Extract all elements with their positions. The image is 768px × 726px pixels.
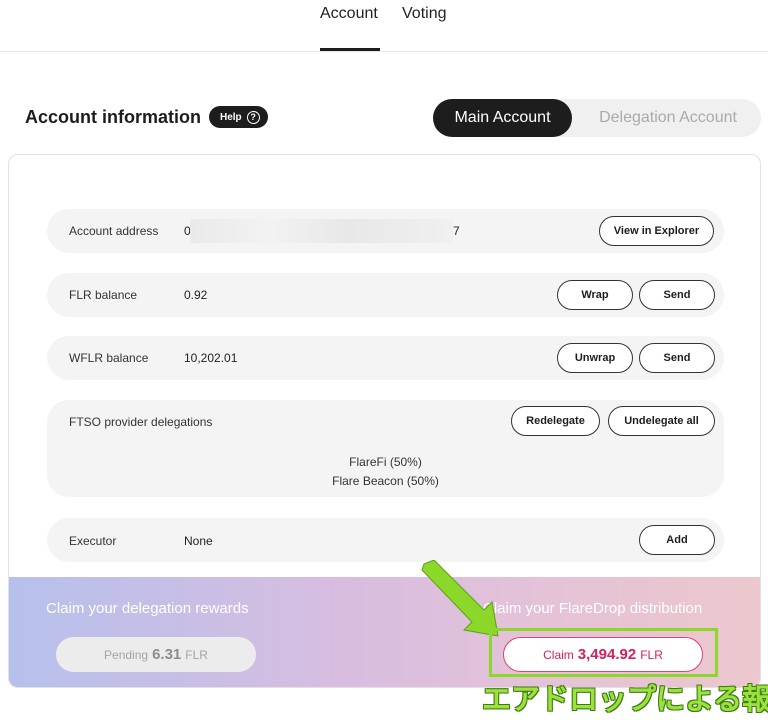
pending-rewards-button: Pending 6.31 FLR bbox=[56, 637, 256, 672]
wflr-balance-label: WFLR balance bbox=[69, 351, 149, 365]
active-tab-indicator bbox=[320, 48, 380, 51]
delegation-item: Flare Beacon (50%) bbox=[332, 474, 439, 488]
executor-row: Executor None Add bbox=[47, 518, 724, 562]
delegation-account-tab[interactable]: Delegation Account bbox=[583, 99, 753, 137]
redelegate-button[interactable]: Redelegate bbox=[511, 406, 600, 436]
account-toggle: Main Account Delegation Account bbox=[433, 99, 761, 137]
executor-label: Executor bbox=[69, 534, 117, 548]
view-in-explorer-button[interactable]: View in Explorer bbox=[599, 216, 714, 246]
wflr-balance-row: WFLR balance 10,202.01 Unwrap Send bbox=[47, 336, 724, 380]
pending-unit: FLR bbox=[185, 647, 208, 662]
pending-prefix: Pending bbox=[104, 647, 149, 662]
send-flr-button[interactable]: Send bbox=[639, 280, 715, 310]
pending-amount: 6.31 bbox=[152, 646, 182, 663]
wflr-balance-value: 10,202.01 bbox=[184, 351, 238, 365]
unwrap-button[interactable]: Unwrap bbox=[557, 343, 633, 373]
ftso-delegations-row: FTSO provider delegations Redelegate Und… bbox=[47, 400, 724, 497]
account-address-label: Account address bbox=[69, 224, 159, 238]
address-redaction bbox=[190, 219, 453, 243]
question-circle-icon: ? bbox=[246, 110, 260, 124]
ftso-delegations-label: FTSO provider delegations bbox=[69, 415, 213, 429]
flr-balance-row: FLR balance 0.92 Wrap Send bbox=[47, 273, 724, 317]
flr-balance-label: FLR balance bbox=[69, 288, 138, 302]
executor-value: None bbox=[184, 534, 213, 548]
page-title: Account information bbox=[25, 107, 201, 127]
wrap-button[interactable]: Wrap bbox=[557, 280, 633, 310]
tab-account[interactable]: Account bbox=[320, 5, 378, 23]
delegation-item: FlareFi (50%) bbox=[349, 455, 422, 469]
flr-balance-value: 0.92 bbox=[184, 288, 208, 302]
top-nav: Account Voting bbox=[0, 0, 768, 52]
help-button[interactable]: Help ? bbox=[209, 106, 268, 128]
account-address-suffix: 7 bbox=[453, 224, 460, 238]
help-label: Help bbox=[220, 111, 242, 123]
annotation-highlight-box bbox=[489, 628, 718, 677]
undelegate-all-button[interactable]: Undelegate all bbox=[608, 406, 715, 436]
add-executor-button[interactable]: Add bbox=[639, 525, 715, 555]
annotation-label: エアドロップによる報酬 bbox=[482, 684, 768, 716]
tab-voting[interactable]: Voting bbox=[402, 5, 446, 23]
send-wflr-button[interactable]: Send bbox=[639, 343, 715, 373]
main-account-tab[interactable]: Main Account bbox=[433, 99, 572, 137]
delegation-rewards-title: Claim your delegation rewards bbox=[46, 600, 249, 617]
